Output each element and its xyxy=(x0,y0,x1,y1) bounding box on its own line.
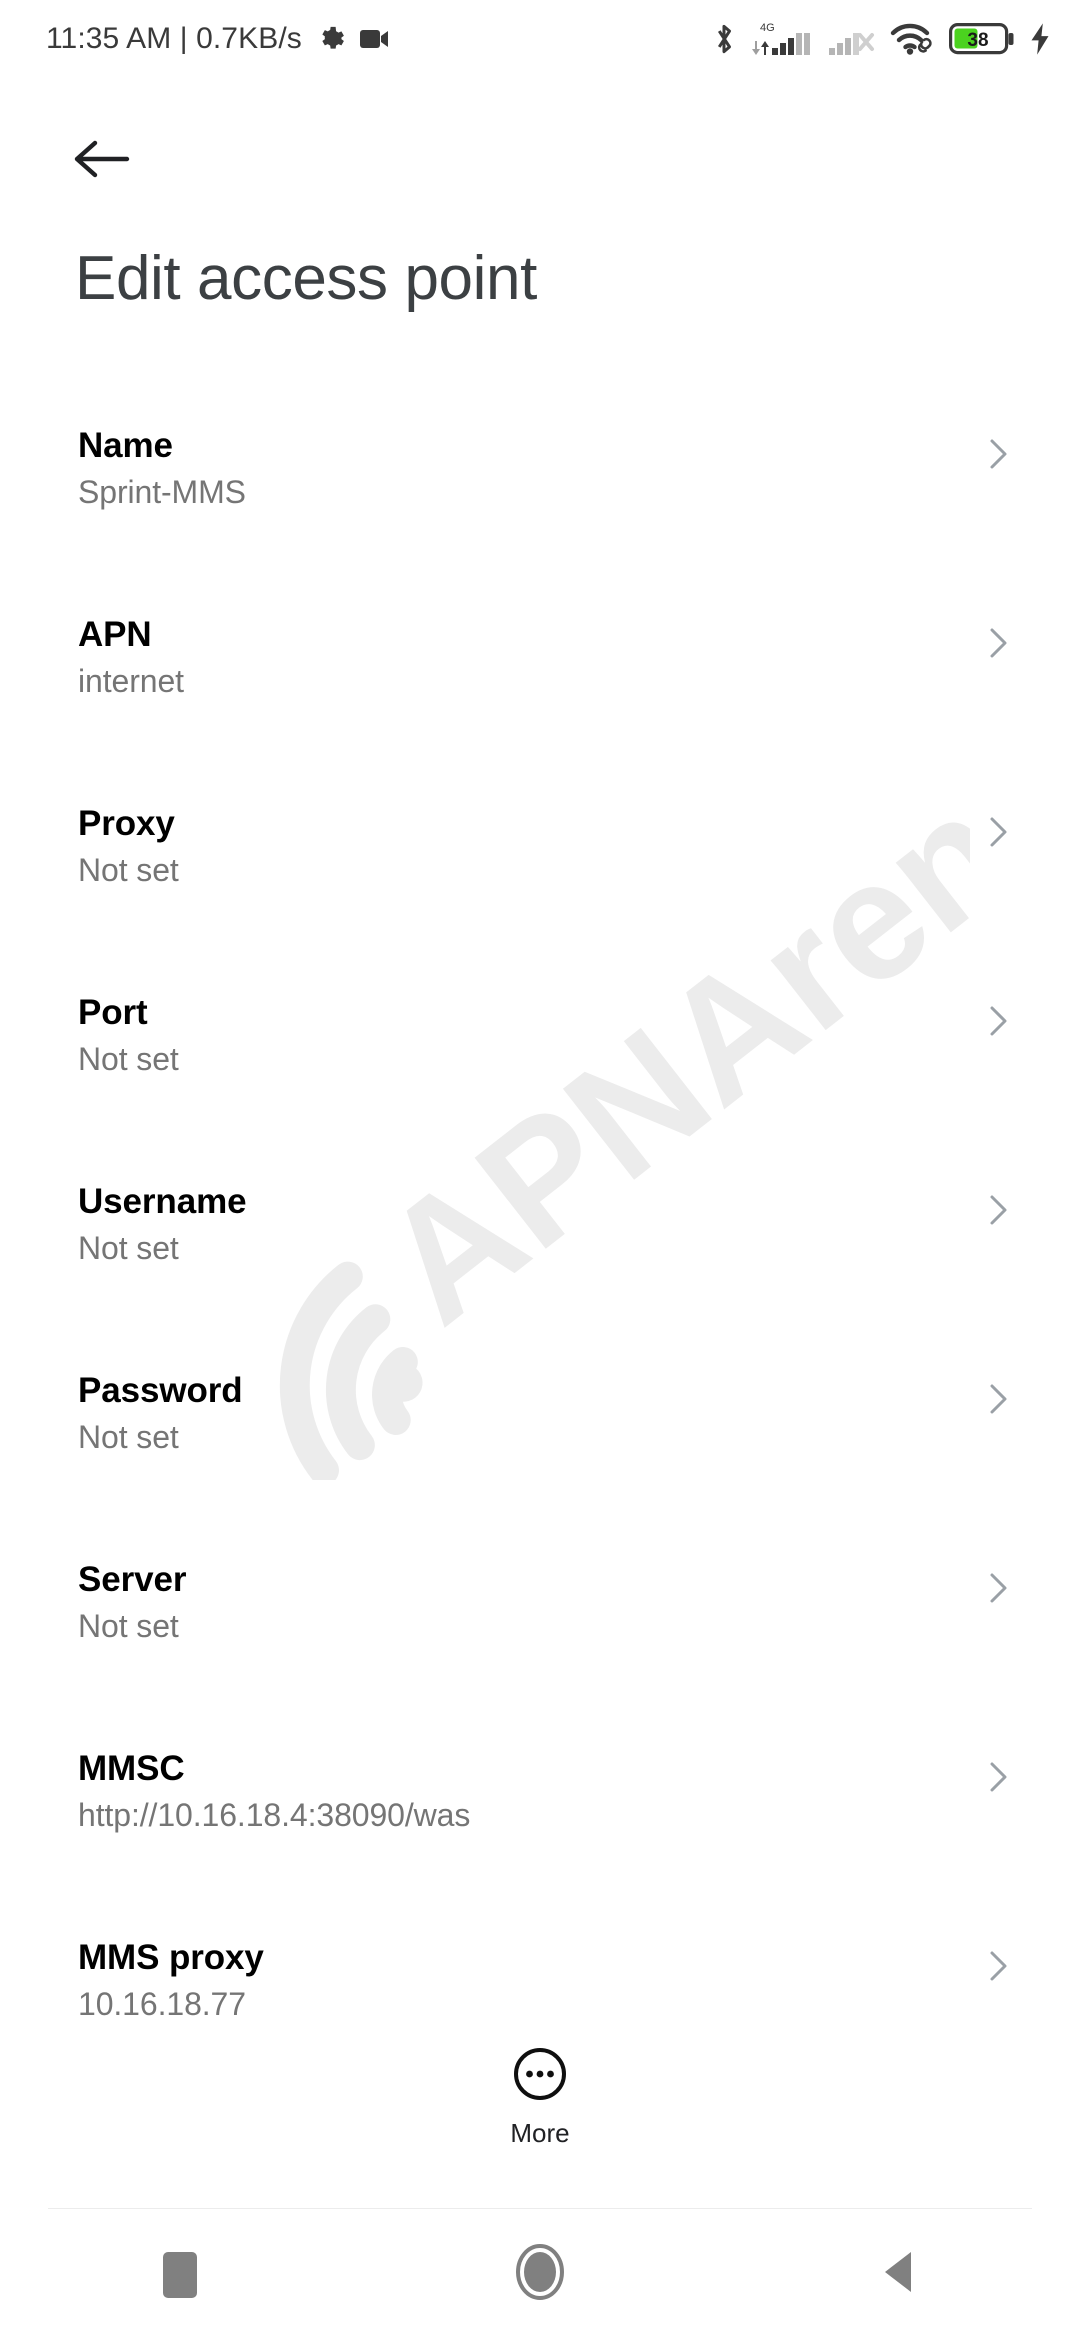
status-clock: 11:35 AM | 0.7KB/s xyxy=(46,22,302,55)
row-value: Sprint-MMS xyxy=(78,474,246,510)
settings-row-proxy[interactable]: Proxy Not set xyxy=(0,776,1080,965)
more-label: More xyxy=(510,2118,570,2148)
square-recents-icon xyxy=(163,2251,197,2298)
charging-bolt-icon xyxy=(1028,22,1052,56)
chevron-right-icon xyxy=(978,1379,1018,1419)
status-bar-left: 11:35 AM | 0.7KB/s xyxy=(46,22,392,56)
settings-row-server[interactable]: Server Not set xyxy=(0,1532,1080,1721)
chevron-right-icon xyxy=(978,1568,1018,1608)
settings-row-password[interactable]: Password Not set xyxy=(0,1343,1080,1532)
status-bar-right: 4G 38 xyxy=(711,19,1052,59)
row-value: Not set xyxy=(78,1419,179,1455)
row-label: Server xyxy=(78,1560,187,1599)
row-value: Not set xyxy=(78,852,179,888)
circle-home-icon xyxy=(513,2241,567,2308)
row-value: Not set xyxy=(78,1230,179,1266)
row-value: 10.16.18.77 xyxy=(78,1986,246,2022)
row-label: MMSC xyxy=(78,1749,185,1788)
row-value: http://10.16.18.4:38090/was xyxy=(78,1797,471,1833)
chevron-right-icon xyxy=(978,812,1018,852)
nav-back-button[interactable] xyxy=(720,2209,1080,2340)
screen-recorder-icon xyxy=(359,27,392,51)
settings-list[interactable]: Name Sprint-MMS APN internet Proxy Not s… xyxy=(0,398,1080,2058)
settings-row-mmsc[interactable]: MMSC http://10.16.18.4:38090/was xyxy=(0,1721,1080,1910)
row-value: Not set xyxy=(78,1608,179,1644)
nav-home-button[interactable] xyxy=(360,2209,720,2340)
back-button[interactable] xyxy=(60,125,144,197)
more-horizontal-circle-icon xyxy=(511,2045,569,2108)
wifi-icon xyxy=(890,20,936,58)
arrow-left-icon xyxy=(73,137,131,186)
settings-row-username[interactable]: Username Not set xyxy=(0,1154,1080,1343)
settings-gear-icon xyxy=(316,24,346,54)
chevron-right-icon xyxy=(978,1190,1018,1230)
row-label: Proxy xyxy=(78,804,175,843)
settings-row-port[interactable]: Port Not set xyxy=(0,965,1080,1154)
bluetooth-icon xyxy=(711,20,737,58)
row-value: Not set xyxy=(78,1041,179,1077)
mobile-signal-4g-icon: 4G xyxy=(750,19,816,59)
chevron-right-icon xyxy=(978,1757,1018,1797)
chevron-right-icon xyxy=(978,434,1018,474)
nav-recents-button[interactable] xyxy=(0,2209,360,2340)
battery-level-text: 38 xyxy=(967,30,988,51)
settings-row-name[interactable]: Name Sprint-MMS xyxy=(0,398,1080,587)
chevron-right-icon xyxy=(978,1946,1018,1986)
settings-row-apn[interactable]: APN internet xyxy=(0,587,1080,776)
row-label: MMS proxy xyxy=(78,1938,264,1977)
mobile-signal-sim2-icon xyxy=(829,19,877,59)
chevron-right-icon xyxy=(978,1001,1018,1041)
battery-icon: 38 xyxy=(949,22,1015,56)
svg-text:4G: 4G xyxy=(760,22,775,34)
navigation-bar xyxy=(0,2209,1080,2340)
row-label: APN xyxy=(78,615,152,654)
row-label: Port xyxy=(78,993,148,1032)
row-value: internet xyxy=(78,663,184,699)
status-bar: 11:35 AM | 0.7KB/s 4G 38 xyxy=(0,0,1080,78)
row-label: Name xyxy=(78,426,173,465)
row-label: Password xyxy=(78,1371,243,1410)
row-label: Username xyxy=(78,1182,247,1221)
triangle-back-icon xyxy=(879,2248,921,2301)
more-button[interactable]: More xyxy=(0,2045,1080,2149)
chevron-right-icon xyxy=(978,623,1018,663)
page-title: Edit access point xyxy=(75,244,537,313)
settings-row-mms-proxy[interactable]: MMS proxy 10.16.18.77 xyxy=(0,1910,1080,2058)
